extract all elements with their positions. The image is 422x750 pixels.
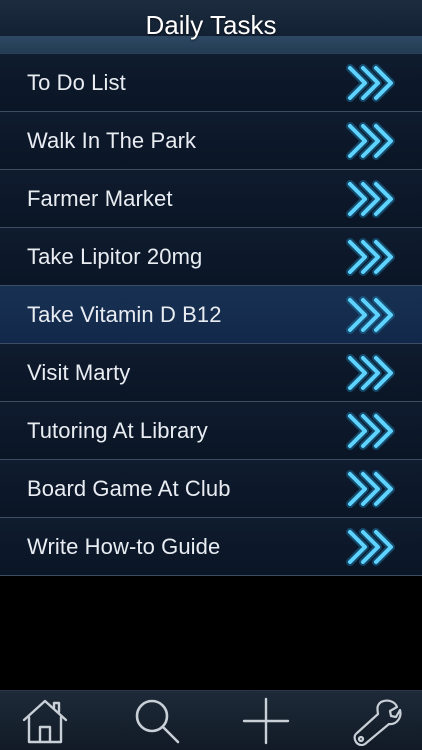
add-icon (242, 697, 290, 745)
tab-add[interactable] (238, 695, 294, 747)
task-label: Visit Marty (27, 359, 131, 385)
page-title: Daily Tasks (145, 10, 277, 40)
task-row[interactable]: Board Game At Club (0, 460, 422, 518)
task-row[interactable]: Take Vitamin D B12 (0, 286, 422, 344)
tab-home[interactable] (17, 695, 73, 747)
header-bar: Daily Tasks (0, 0, 422, 54)
task-label: Take Lipitor 20mg (27, 243, 203, 269)
task-row[interactable]: Walk In The Park (0, 112, 422, 170)
triple-chevron-icon (346, 353, 395, 392)
task-row[interactable]: Write How-to Guide (0, 518, 422, 576)
triple-chevron-icon (346, 527, 395, 566)
wrench-icon (353, 699, 402, 746)
task-row[interactable]: Take Lipitor 20mg (0, 228, 422, 286)
triple-chevron-icon (346, 179, 395, 218)
task-row[interactable]: Farmer Market (0, 170, 422, 228)
task-label: Board Game At Club (27, 475, 231, 501)
triple-chevron-icon (346, 237, 395, 276)
task-label: To Do List (27, 69, 126, 95)
task-label: Walk In The Park (27, 127, 197, 153)
task-row[interactable]: To Do List (0, 54, 422, 112)
triple-chevron-icon (346, 121, 395, 160)
triple-chevron-icon (346, 295, 395, 334)
task-row[interactable]: Tutoring At Library (0, 402, 422, 460)
triple-chevron-icon (346, 411, 395, 450)
task-label: Write How-to Guide (27, 533, 221, 559)
tab-settings[interactable] (349, 695, 405, 747)
search-icon (135, 699, 180, 744)
tab-search[interactable] (128, 695, 184, 747)
task-row[interactable]: Visit Marty (0, 344, 422, 402)
task-label: Tutoring At Library (27, 417, 208, 443)
task-list: To Do List Walk In The Park Farmer Marke… (0, 54, 422, 576)
app-screen: Daily Tasks To Do List Walk In The Park … (0, 0, 422, 750)
home-icon (22, 699, 68, 744)
tab-bar (0, 690, 422, 750)
task-label: Take Vitamin D B12 (27, 301, 222, 327)
triple-chevron-icon (346, 469, 395, 508)
triple-chevron-icon (346, 63, 395, 102)
task-label: Farmer Market (27, 185, 173, 211)
